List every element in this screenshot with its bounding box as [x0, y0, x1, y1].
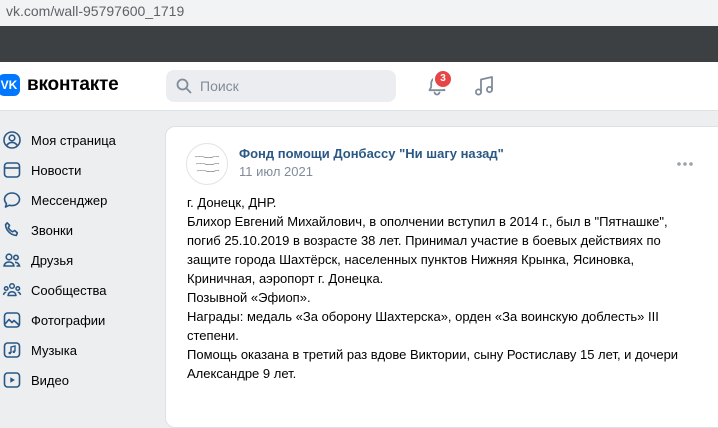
author-avatar[interactable]	[186, 143, 228, 185]
search-box[interactable]	[166, 70, 396, 102]
sidebar-item-photos[interactable]: Фотографии	[0, 305, 150, 335]
post-text-line: г. Донецк, ДНР.	[187, 195, 277, 210]
sidebar-item-label: Видео	[31, 372, 69, 388]
post-text-line: степени.	[187, 328, 239, 343]
sidebar-item-label: Сообщества	[31, 282, 107, 298]
sidebar-item-friends[interactable]: Друзья	[0, 245, 150, 275]
post-text-line: Блихор Евгений Михайлович, в ополчении в…	[187, 214, 668, 229]
post-text-line: защите города Шахтёрск, населенных пункт…	[187, 252, 635, 267]
sidebar-item-music[interactable]: Музыка	[0, 335, 150, 365]
video-icon	[3, 372, 21, 388]
sidebar-item-label: Друзья	[31, 252, 74, 268]
post-text: г. Донецк, ДНР. Блихор Евгений Михайлови…	[187, 193, 687, 383]
post-text-line: Помощь оказана в третий раз вдове Виктор…	[187, 347, 679, 362]
phone-icon	[4, 222, 19, 237]
sidebar-item-calls[interactable]: Звонки	[0, 215, 150, 245]
message-icon	[3, 192, 21, 208]
sidebar-item-label: Фотографии	[31, 312, 106, 328]
avatar-image	[188, 145, 226, 183]
left-sidebar: Моя страница Новости Мессенджер Звонки Д…	[0, 125, 150, 395]
post-author-name[interactable]: Фонд помощи Донбассу "Ни шагу назад"	[239, 146, 504, 161]
sidebar-item-my-page[interactable]: Моя страница	[0, 125, 150, 155]
vk-logo-text: вконтакте	[27, 74, 119, 95]
sidebar-item-label: Новости	[31, 162, 82, 178]
browser-address-bar[interactable]: vk.com/wall-95797600_1719	[0, 0, 718, 26]
browser-url[interactable]: vk.com/wall-95797600_1719	[6, 3, 184, 19]
music-player-icon[interactable]	[472, 74, 496, 98]
user-circle-icon	[3, 131, 21, 149]
search-input[interactable]	[200, 78, 390, 94]
music-icon	[3, 342, 21, 358]
browser-toolbar	[0, 26, 718, 62]
more-options-icon[interactable]	[676, 161, 694, 167]
notifications-badge: 3	[433, 69, 453, 89]
sidebar-item-label: Мессенджер	[31, 192, 108, 208]
post-text-line: Награды: медаль «За оборону Шахтерска», …	[187, 309, 659, 324]
friends-icon	[3, 253, 21, 267]
post-text-line: Позывной «Эфиоп».	[187, 290, 311, 305]
site-header: VK вконтакте 3	[0, 62, 718, 111]
sidebar-item-label: Моя страница	[31, 132, 116, 148]
news-icon	[3, 162, 21, 178]
vk-logo-icon: VK	[0, 74, 20, 96]
photo-icon	[3, 312, 21, 328]
sidebar-item-label: Музыка	[31, 342, 77, 358]
vk-logo[interactable]: VK вконтакте	[0, 74, 119, 96]
post-date[interactable]: 11 июл 2021	[239, 164, 313, 179]
sidebar-item-video[interactable]: Видео	[0, 365, 150, 395]
post-text-line: погиб 25.10.2019 в возрасте 38 лет. Прин…	[187, 233, 661, 248]
sidebar-item-messenger[interactable]: Мессенджер	[0, 185, 150, 215]
wall-post: Фонд помощи Донбассу "Ни шагу назад" 11 …	[165, 126, 718, 428]
communities-icon	[2, 282, 22, 297]
post-text-line: Александре 9 лет.	[187, 366, 297, 381]
post-text-line: Криничная, аэропорт г. Донецка.	[187, 271, 384, 286]
sidebar-item-communities[interactable]: Сообщества	[0, 275, 150, 305]
sidebar-item-news[interactable]: Новости	[0, 155, 150, 185]
search-icon	[176, 78, 192, 94]
sidebar-item-label: Звонки	[31, 222, 73, 238]
